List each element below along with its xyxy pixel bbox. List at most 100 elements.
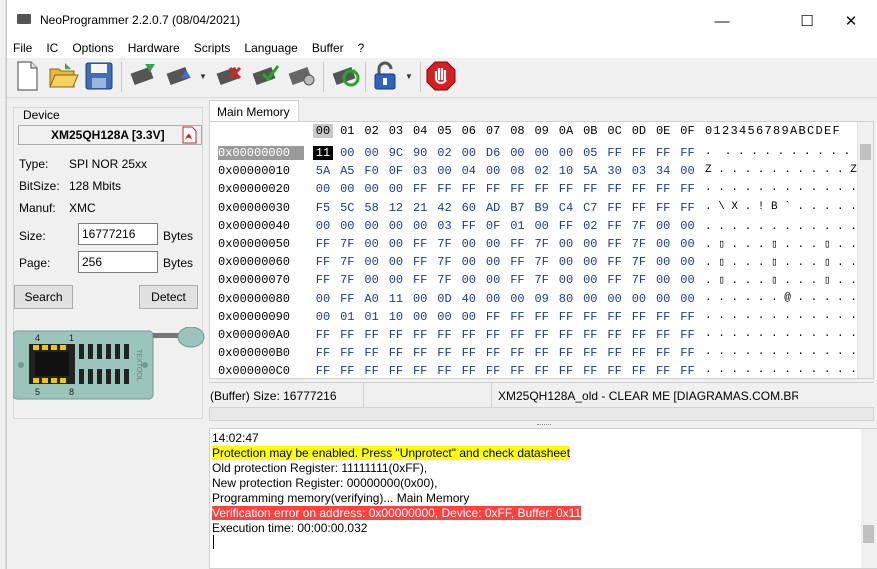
hex-byte[interactable]: 00 <box>653 237 673 251</box>
hex-byte[interactable]: 00 <box>532 146 552 160</box>
hex-byte[interactable]: FF <box>605 182 625 196</box>
hex-byte[interactable]: 80 <box>556 292 576 306</box>
hex-byte[interactable]: 00 <box>459 146 479 160</box>
hex-byte[interactable]: FF <box>483 328 503 342</box>
hex-byte[interactable]: FF <box>410 237 430 251</box>
hex-byte[interactable]: FF <box>605 201 625 215</box>
page-field[interactable]: 256 <box>78 251 158 273</box>
hex-byte[interactable]: 00 <box>653 273 673 287</box>
hex-byte[interactable]: FF <box>605 346 625 360</box>
hex-byte[interactable]: FF <box>483 182 503 196</box>
hex-byte[interactable]: 00 <box>483 292 503 306</box>
hex-byte[interactable]: FF <box>362 328 382 342</box>
hex-byte[interactable]: FF <box>629 201 649 215</box>
hex-byte[interactable]: 00 <box>313 219 333 233</box>
hex-byte[interactable]: 02 <box>532 164 552 178</box>
log-output[interactable]: 14:02:47 Protection may be enabled. Press… <box>209 428 877 569</box>
hex-byte[interactable]: F0 <box>362 164 382 178</box>
hex-byte[interactable]: FF <box>410 346 430 360</box>
ascii-text[interactable]: . . . . . . @ . . . . . . . . . <box>705 292 873 304</box>
write-chip-icon[interactable] <box>163 60 195 92</box>
hex-byte[interactable]: B9 <box>532 201 552 215</box>
hex-byte[interactable]: FF <box>507 310 527 324</box>
hex-byte[interactable]: 7F <box>532 237 552 251</box>
hex-byte[interactable]: FF <box>653 146 673 160</box>
erase-chip-icon[interactable] <box>213 60 245 92</box>
hex-byte[interactable]: 00 <box>362 219 382 233</box>
log-scroll-thumb[interactable] <box>863 525 874 543</box>
lock-icon[interactable] <box>369 60 401 92</box>
hex-byte[interactable]: 01 <box>337 310 357 324</box>
hex-byte[interactable]: FF <box>556 182 576 196</box>
hex-byte[interactable]: FF <box>459 328 479 342</box>
hex-byte[interactable]: 09 <box>532 292 552 306</box>
hex-byte[interactable]: 02 <box>580 219 600 233</box>
panel-splitter[interactable] <box>537 424 551 427</box>
hex-byte[interactable]: FF <box>459 219 479 233</box>
hex-byte[interactable]: FF <box>337 292 357 306</box>
hex-byte[interactable]: FF <box>410 273 430 287</box>
hex-byte[interactable]: FF <box>556 310 576 324</box>
hex-byte[interactable]: 11 <box>313 146 333 160</box>
hex-byte[interactable]: FF <box>435 346 455 360</box>
hex-byte[interactable]: 0F <box>483 219 503 233</box>
hex-byte[interactable]: 10 <box>556 164 576 178</box>
hex-byte[interactable]: 02 <box>435 146 455 160</box>
hex-byte[interactable]: FF <box>605 146 625 160</box>
hex-byte[interactable]: FF <box>435 328 455 342</box>
maximize-button[interactable]: ☐ <box>785 8 829 34</box>
hex-byte[interactable]: FF <box>653 310 673 324</box>
hex-byte[interactable]: FF <box>556 346 576 360</box>
hex-byte[interactable]: FF <box>629 310 649 324</box>
hex-byte[interactable]: FF <box>313 273 333 287</box>
hex-byte[interactable]: 00 <box>410 219 430 233</box>
hex-byte[interactable]: FF <box>459 364 479 378</box>
hex-byte[interactable]: FF <box>556 328 576 342</box>
hex-byte[interactable]: 00 <box>337 182 357 196</box>
hex-byte[interactable]: 00 <box>653 292 673 306</box>
hex-byte[interactable]: FF <box>605 273 625 287</box>
stop-icon[interactable] <box>425 60 457 92</box>
hex-byte[interactable]: 7F <box>435 237 455 251</box>
detect-button[interactable]: Detect <box>139 285 198 309</box>
hex-scroll-thumb[interactable] <box>860 144 871 160</box>
hex-byte[interactable]: 7F <box>629 255 649 269</box>
hex-byte[interactable]: 00 <box>678 237 698 251</box>
hex-byte[interactable]: 00 <box>678 164 698 178</box>
hex-byte[interactable]: 00 <box>362 146 382 160</box>
tab-main-memory[interactable]: Main Memory <box>209 100 299 122</box>
hex-byte[interactable]: FF <box>605 310 625 324</box>
hex-byte[interactable]: 03 <box>435 219 455 233</box>
size-field[interactable]: 16777216 <box>78 223 158 245</box>
menu-ic[interactable]: IC <box>40 40 66 58</box>
hex-byte[interactable]: 00 <box>580 237 600 251</box>
hex-byte[interactable]: 01 <box>362 310 382 324</box>
hex-byte[interactable]: FF <box>605 237 625 251</box>
hex-byte[interactable]: FF <box>337 364 357 378</box>
hex-byte[interactable]: FF <box>580 346 600 360</box>
hex-byte[interactable]: 00 <box>629 292 649 306</box>
hex-byte[interactable]: FF <box>605 219 625 233</box>
open-folder-icon[interactable] <box>47 60 79 92</box>
hex-byte[interactable]: 7F <box>337 237 357 251</box>
hex-byte[interactable]: FF <box>678 364 698 378</box>
hex-byte[interactable]: 00 <box>435 310 455 324</box>
hex-byte[interactable]: FF <box>629 364 649 378</box>
hex-byte[interactable]: 00 <box>483 273 503 287</box>
ascii-text[interactable]: . . . . . . . . . . . . . . . . <box>705 364 873 376</box>
hex-byte[interactable]: FF <box>580 364 600 378</box>
hex-byte[interactable]: FF <box>653 328 673 342</box>
hex-byte[interactable]: 21 <box>410 201 430 215</box>
hex-byte[interactable]: FF <box>507 273 527 287</box>
hex-byte[interactable]: FF <box>410 328 430 342</box>
hex-byte[interactable]: A5 <box>337 164 357 178</box>
hex-byte[interactable]: 00 <box>337 146 357 160</box>
ascii-text[interactable]: . ▯ . . . ▯ . . . ▯ . . . ▯ . . <box>705 273 873 287</box>
hex-byte[interactable]: FF <box>532 364 552 378</box>
hex-byte[interactable]: FF <box>629 346 649 360</box>
hex-byte[interactable]: FF <box>483 310 503 324</box>
auto-program-icon[interactable] <box>329 60 361 92</box>
hex-byte[interactable]: FF <box>386 328 406 342</box>
hex-byte[interactable]: 00 <box>459 273 479 287</box>
hex-byte[interactable]: FF <box>629 328 649 342</box>
